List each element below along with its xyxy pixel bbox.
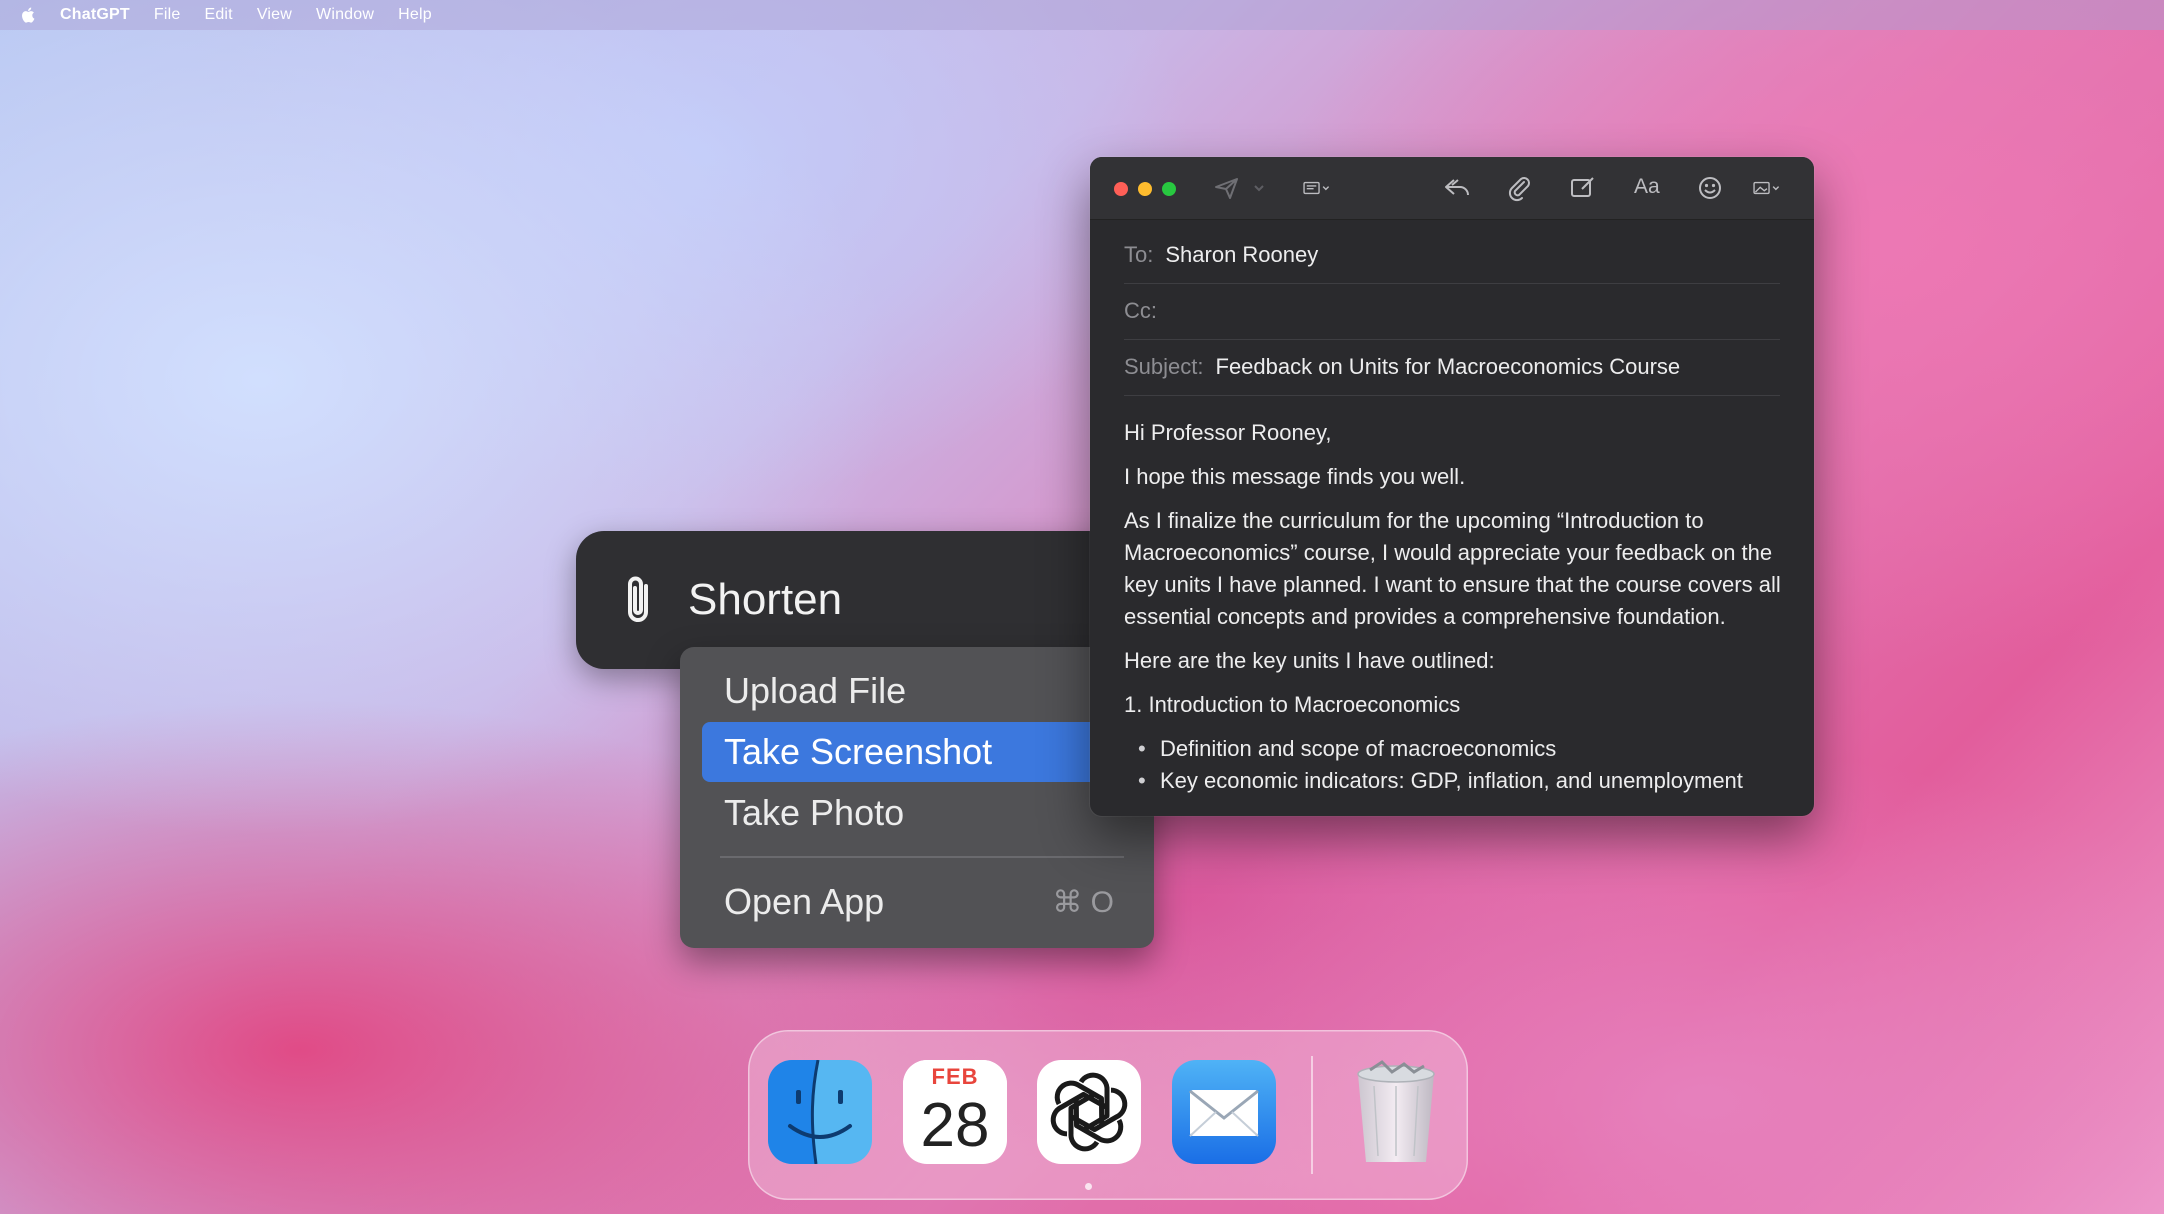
bullet-text: Definition and scope of macroeconomics <box>1160 736 1557 761</box>
send-icon[interactable] <box>1212 174 1242 202</box>
photo-browser-icon[interactable] <box>1752 174 1796 202</box>
attach-icon[interactable] <box>1505 174 1535 202</box>
shorten-label: Shorten <box>688 575 843 624</box>
calendar-month: FEB <box>903 1060 1007 1092</box>
menu-item-open-app[interactable]: Open App ⌘ O <box>702 872 1136 932</box>
calendar-icon[interactable]: FEB 28 <box>903 1060 1007 1164</box>
menu-item-upload-file[interactable]: Upload File <box>702 661 1136 721</box>
reply-icon[interactable] <box>1442 174 1472 202</box>
chevron-down-icon[interactable] <box>1244 174 1264 202</box>
menu-app-name[interactable]: ChatGPT <box>60 6 130 24</box>
list-item: • Key economic indicators: GDP, inflatio… <box>1124 765 1784 797</box>
menu-item-label: Take Photo <box>724 792 905 833</box>
cc-field[interactable]: Cc: <box>1124 283 1780 340</box>
format-icon[interactable]: Aa <box>1634 175 1660 199</box>
greeting: Hi Professor Rooney, <box>1124 420 1332 445</box>
subject-field[interactable]: Subject: Feedback on Units for Macroecon… <box>1124 339 1780 396</box>
menu-item-label: Take Screenshot <box>724 731 993 772</box>
mail-toolbar: Aa <box>1090 157 1814 220</box>
close-window-button[interactable] <box>1114 182 1128 196</box>
body-paragraph: As I finalize the curriculum for the upc… <box>1124 508 1781 629</box>
cc-label: Cc: <box>1124 298 1157 323</box>
menu-bar: ChatGPT File Edit View Window Help <box>0 0 2164 30</box>
to-field[interactable]: To: Sharon Rooney <box>1124 227 1780 284</box>
menu-file[interactable]: File <box>154 6 181 24</box>
to-recipient[interactable]: Sharon Rooney <box>1165 242 1318 268</box>
list-item: • Definition and scope of macroeconomics <box>1124 733 1784 765</box>
menu-window[interactable]: Window <box>316 6 374 24</box>
apple-logo-icon[interactable] <box>20 6 38 24</box>
paperclip-icon[interactable] <box>616 572 660 628</box>
bullet: • <box>1138 736 1146 761</box>
markup-icon[interactable] <box>1568 174 1598 202</box>
menu-item-take-photo[interactable]: Take Photo <box>702 783 1136 843</box>
chatgpt-icon[interactable] <box>1037 1060 1141 1164</box>
menu-separator <box>720 856 1124 858</box>
shortcut-label: ⌘ O <box>1052 885 1114 919</box>
emoji-icon[interactable] <box>1695 174 1725 202</box>
menu-item-label: Open App <box>724 881 885 922</box>
finder-icon[interactable] <box>768 1060 872 1164</box>
menu-help[interactable]: Help <box>398 6 432 24</box>
bullet-text: Key economic indicators: GDP, inflation,… <box>1160 768 1743 793</box>
to-label: To: <box>1124 242 1154 267</box>
bullet: • <box>1138 768 1146 793</box>
menu-item-label: Upload File <box>724 670 907 711</box>
mail-icon[interactable] <box>1172 1060 1276 1164</box>
mail-compose-window: Aa To: Sharon Rooney Cc: Subject: Feedba… <box>1090 157 1814 816</box>
unit-heading: 1. Introduction to Macroeconomics <box>1124 692 1461 717</box>
minimize-window-button[interactable] <box>1138 182 1152 196</box>
subject-label: Subject: <box>1124 354 1204 379</box>
dock-divider <box>1311 1056 1313 1174</box>
menu-view[interactable]: View <box>257 6 292 24</box>
message-body[interactable]: Hi Professor Rooney, I hope this message… <box>1124 417 1784 797</box>
trash-icon[interactable] <box>1344 1060 1448 1164</box>
header-fields-icon[interactable] <box>1302 174 1346 202</box>
dock: FEB 28 <box>748 1030 1468 1200</box>
body-paragraph: I hope this message finds you well. <box>1124 464 1466 489</box>
menu-edit[interactable]: Edit <box>204 6 232 24</box>
zoom-window-button[interactable] <box>1162 182 1176 196</box>
subject-value[interactable]: Feedback on Units for Macroeconomics Cou… <box>1216 354 1681 380</box>
body-paragraph: Here are the key units I have outlined: <box>1124 648 1495 673</box>
attach-menu: Upload File Take Screenshot Take Photo O… <box>680 647 1154 948</box>
calendar-day: 28 <box>920 1091 990 1160</box>
running-indicator <box>1085 1183 1092 1190</box>
menu-item-take-screenshot[interactable]: Take Screenshot <box>702 722 1136 782</box>
